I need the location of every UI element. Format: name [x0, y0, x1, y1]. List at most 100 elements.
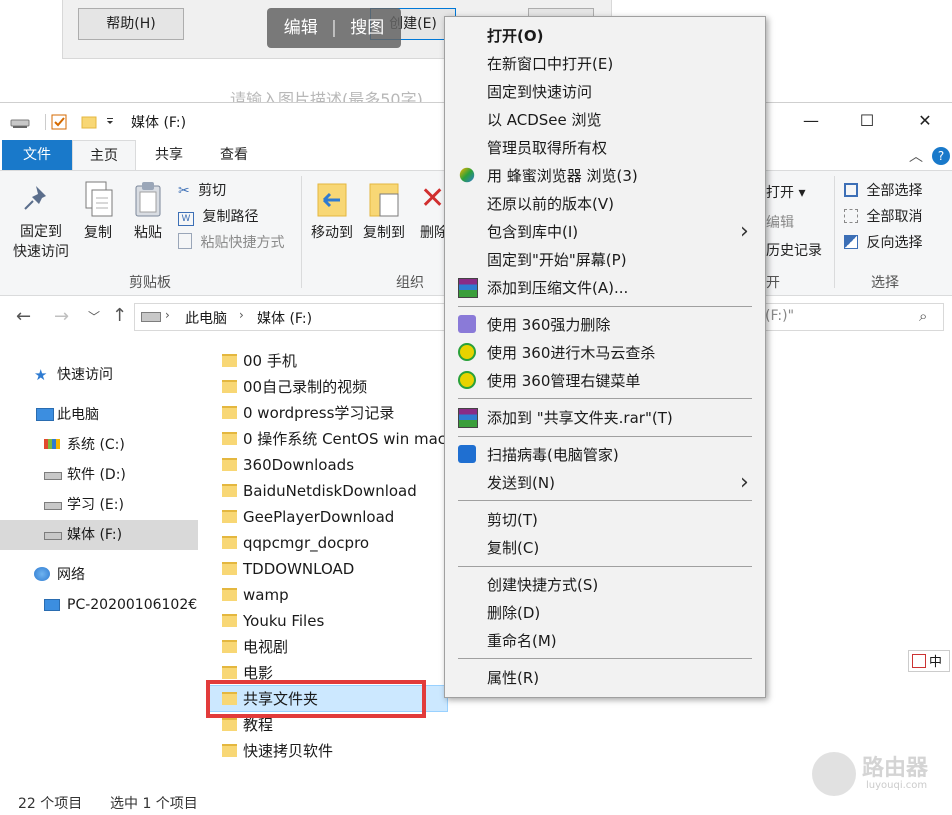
open-button[interactable]: 打开 ▾: [766, 182, 805, 202]
cut-label: 剪切: [198, 183, 227, 199]
file-list-item[interactable]: GeePlayerDownload: [222, 504, 394, 530]
file-list-item[interactable]: 电视剧: [222, 634, 288, 660]
paste-button[interactable]: 粘贴: [128, 222, 168, 242]
history-button[interactable]: 历史记录: [766, 240, 822, 260]
select-none-button[interactable]: 全部取消: [844, 206, 922, 226]
file-list-item[interactable]: qqpcmgr_docpro: [222, 530, 369, 556]
context-menu-item[interactable]: 使用 360管理右键菜单: [487, 370, 640, 391]
search-input[interactable]: (F:)" ⌕: [760, 303, 944, 331]
edit-overlay-label[interactable]: 编辑: [284, 18, 318, 38]
organize-group-label: 组织: [396, 275, 424, 291]
up-arrow-icon[interactable]: ↑: [112, 305, 127, 326]
tab-home[interactable]: 主页: [72, 140, 136, 170]
file-list-item[interactable]: 0 wordpress学习记录: [222, 400, 394, 426]
nav-drive-d[interactable]: 软件 (D:): [0, 460, 198, 490]
folder-icon: [222, 484, 237, 497]
context-menu-item[interactable]: 剪切(T): [487, 509, 538, 530]
selected-count: 选中 1 个项目: [110, 796, 198, 812]
context-menu-item[interactable]: 添加到 "共享文件夹.rar"(T): [487, 407, 673, 428]
close-button[interactable]: ✕: [902, 102, 948, 140]
move-to-button[interactable]: 移动到: [306, 222, 358, 242]
new-folder-small-icon[interactable]: [81, 116, 97, 129]
collapse-ribbon-icon[interactable]: ︿: [906, 146, 926, 165]
copy-icon[interactable]: [80, 180, 116, 220]
file-list-item[interactable]: 快速拷贝软件: [222, 738, 333, 764]
forward-arrow-icon[interactable]: →: [54, 306, 69, 327]
context-menu-item[interactable]: 固定到快速访问: [487, 81, 592, 102]
ime-indicator[interactable]: 中: [908, 650, 950, 672]
nav-this-pc[interactable]: 此电脑: [0, 400, 198, 430]
move-to-icon[interactable]: [314, 180, 354, 220]
properties-check-icon[interactable]: [51, 114, 67, 130]
nav-network[interactable]: 网络: [0, 560, 198, 590]
nav-drive-e[interactable]: 学习 (E:): [0, 490, 198, 520]
file-list-item[interactable]: 360Downloads: [222, 452, 354, 478]
delete-button[interactable]: 删除: [420, 222, 444, 242]
context-menu-item[interactable]: 管理员取得所有权: [487, 137, 607, 158]
paste-icon[interactable]: [130, 180, 166, 220]
maximize-button[interactable]: ☐: [844, 102, 890, 140]
copy-to-icon[interactable]: [366, 180, 406, 220]
context-menu-item[interactable]: 添加到压缩文件(A)...: [487, 277, 628, 298]
nav-quick-access[interactable]: ★ 快速访问: [0, 360, 198, 390]
context-menu-item[interactable]: 删除(D): [487, 602, 540, 623]
address-box[interactable]: › 此电脑 › 媒体 (F:): [134, 303, 446, 331]
delete-icon[interactable]: ✕: [420, 184, 445, 216]
crumb-this-pc[interactable]: 此电脑: [185, 308, 227, 328]
context-menu-item[interactable]: 属性(R): [487, 667, 539, 688]
nav-drive-c[interactable]: 系统 (C:): [0, 430, 198, 460]
nav-drive-f[interactable]: 媒体 (F:): [0, 520, 198, 550]
context-menu-item[interactable]: 在新窗口中打开(E): [487, 53, 613, 74]
recent-dropdown-icon[interactable]: ﹀: [88, 308, 100, 325]
tab-view[interactable]: 查看: [206, 140, 262, 170]
minimize-button[interactable]: —: [788, 102, 834, 140]
crumb-drive-f[interactable]: 媒体 (F:): [257, 308, 312, 328]
context-menu-item[interactable]: 发送到(N): [487, 472, 555, 493]
file-list-item[interactable]: wamp: [222, 582, 289, 608]
cut-button[interactable]: ✂ 剪切: [178, 180, 226, 200]
paste-shortcut-button[interactable]: 粘贴快捷方式: [178, 232, 284, 252]
file-list-item[interactable]: TDDOWNLOAD: [222, 556, 354, 582]
tab-share[interactable]: 共享: [142, 140, 196, 170]
context-menu-item[interactable]: 以 ACDSee 浏览: [487, 109, 602, 130]
copy-button[interactable]: 复制: [78, 222, 118, 242]
context-menu-item[interactable]: 创建快捷方式(S): [487, 574, 598, 595]
edit-button[interactable]: 编辑: [766, 212, 794, 232]
search-image-label[interactable]: 搜图: [350, 18, 384, 38]
help-button[interactable]: 帮助(H): [78, 8, 184, 40]
context-menu-separator: [458, 658, 752, 659]
context-menu-item[interactable]: 包含到库中(I): [487, 221, 578, 242]
context-menu-item[interactable]: 复制(C): [487, 537, 539, 558]
drive-small-icon: [141, 312, 161, 322]
context-menu-item[interactable]: 用 蜂蜜浏览器 浏览(3): [487, 165, 638, 186]
context-menu-item[interactable]: 重命名(M): [487, 630, 557, 651]
nav-pc-remote[interactable]: PC-20200106102€: [0, 590, 198, 620]
help-icon[interactable]: ?: [932, 147, 950, 165]
file-list-item[interactable]: 00 手机: [222, 348, 297, 374]
ime-label: 中: [929, 655, 943, 670]
context-menu-item[interactable]: 使用 360强力删除: [487, 314, 610, 335]
file-list-item[interactable]: 0 操作系统 CentOS win mac: [222, 426, 446, 452]
image-edit-overlay[interactable]: 编辑 | 搜图: [267, 8, 401, 48]
submenu-arrow-icon: ›: [740, 219, 749, 244]
copy-to-button[interactable]: 复制到: [358, 222, 410, 242]
nav-label: 网络: [57, 567, 85, 583]
folder-icon: [222, 718, 237, 731]
copy-path-button[interactable]: W 复制路径: [178, 206, 258, 226]
context-menu-item[interactable]: 固定到"开始"屏幕(P): [487, 249, 627, 270]
folder-icon: [222, 744, 237, 757]
select-all-button[interactable]: 全部选择: [844, 180, 922, 200]
drive-small-icon[interactable]: [10, 119, 30, 128]
context-menu-item[interactable]: 还原以前的版本(V): [487, 193, 614, 214]
invert-selection-button[interactable]: 反向选择: [844, 232, 922, 252]
context-menu-item[interactable]: 使用 360进行木马云查杀: [487, 342, 655, 363]
tab-file[interactable]: 文件: [2, 140, 72, 170]
context-menu-item[interactable]: 打开(O): [487, 25, 543, 46]
file-list-item[interactable]: Youku Files: [222, 608, 324, 634]
back-arrow-icon[interactable]: ←: [16, 306, 31, 327]
customize-dropdown-icon[interactable]: [107, 118, 113, 124]
context-menu-item[interactable]: 扫描病毒(电脑管家): [487, 444, 619, 465]
file-list-item[interactable]: 00自己录制的视频: [222, 374, 367, 400]
file-list-item[interactable]: BaiduNetdiskDownload: [222, 478, 417, 504]
search-icon[interactable]: ⌕: [919, 307, 927, 325]
